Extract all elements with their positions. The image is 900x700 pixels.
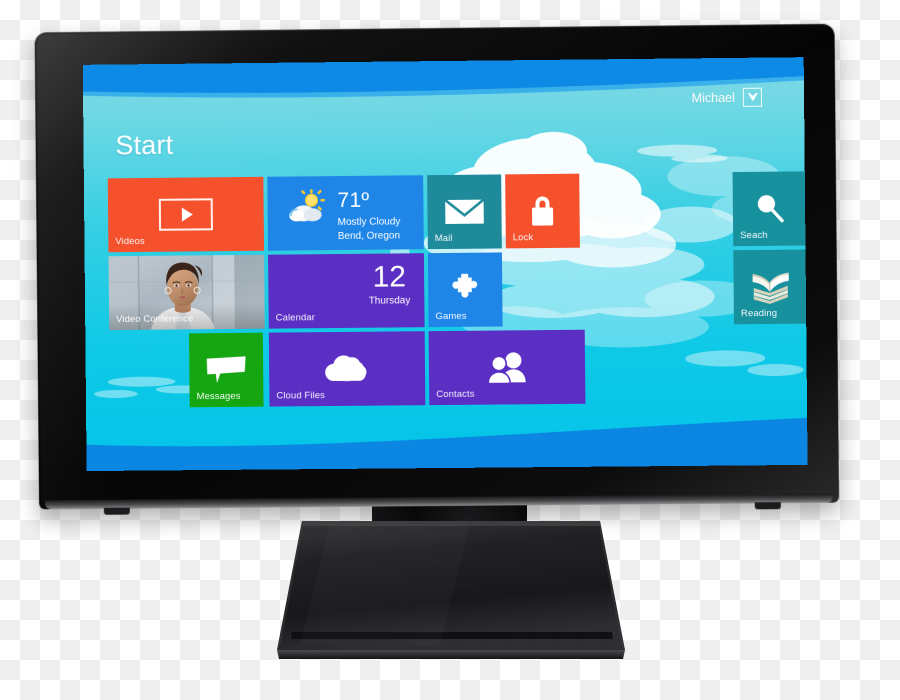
tile-mail[interactable]: Mail bbox=[427, 174, 502, 250]
padlock-icon bbox=[531, 196, 553, 226]
weather-text: 71º Mostly Cloudy Bend, Oregon bbox=[337, 188, 400, 243]
calendar-day-number: 12 bbox=[372, 260, 407, 294]
weather-temperature: 71º bbox=[337, 188, 370, 213]
user-avatar-icon[interactable] bbox=[742, 87, 762, 107]
tile-label-search: Seach bbox=[740, 229, 768, 242]
tile-label-messages: Messages bbox=[196, 390, 241, 403]
tile-cloud-files[interactable]: Cloud Files bbox=[268, 331, 426, 407]
bezel-foot-left bbox=[103, 507, 130, 515]
screen[interactable]: Start Michael Videos 71º Mostly Cloudy B… bbox=[82, 57, 808, 472]
screenshot-stage: Start Michael Videos 71º Mostly Cloudy B… bbox=[0, 0, 900, 700]
wallpaper-bottom-wave bbox=[82, 416, 808, 472]
puzzle-piece-icon bbox=[452, 273, 478, 298]
sun-behind-cloud-icon bbox=[289, 189, 326, 222]
cloud-icon bbox=[325, 355, 367, 382]
start-title: Start bbox=[115, 129, 174, 161]
tile-label-mail: Mail bbox=[434, 232, 453, 245]
tile-games[interactable]: Games bbox=[427, 252, 503, 328]
bezel-foot-right bbox=[754, 502, 781, 510]
tile-label-cloud-files: Cloud Files bbox=[276, 390, 326, 402]
user-account-area[interactable]: Michael bbox=[691, 87, 762, 108]
weather-content: 71º Mostly Cloudy Bend, Oregon bbox=[287, 188, 400, 243]
tile-label-lock: Lock bbox=[512, 232, 534, 244]
tile-label-games: Games bbox=[435, 310, 467, 323]
tile-label-videos: Videos bbox=[115, 235, 145, 248]
weather-condition: Mostly Cloudy bbox=[337, 216, 401, 229]
weather-location: Bend, Oregon bbox=[337, 229, 401, 242]
monitor: Start Michael Videos 71º Mostly Cloudy B… bbox=[34, 23, 840, 515]
tile-lock[interactable]: Lock bbox=[505, 173, 580, 249]
tile-label-video-conference: Video Conference bbox=[116, 313, 194, 326]
envelope-icon bbox=[444, 198, 485, 224]
tile-video-conference[interactable]: Video Conference bbox=[108, 254, 265, 331]
tile-reading[interactable]: Reading bbox=[733, 249, 808, 325]
tile-weather[interactable]: 71º Mostly Cloudy Bend, Oregon bbox=[267, 175, 424, 251]
tile-label-reading: Reading bbox=[740, 307, 778, 320]
tile-contacts[interactable]: Contacts bbox=[428, 329, 586, 406]
play-button-icon bbox=[158, 198, 213, 231]
calendar-date-block: 12 Thursday bbox=[368, 260, 411, 307]
tile-calendar[interactable]: 12 Thursday Calendar bbox=[268, 253, 425, 329]
speech-bubble-icon bbox=[206, 356, 246, 384]
tile-label-calendar: Calendar bbox=[275, 312, 316, 324]
tile-videos[interactable]: Videos bbox=[107, 176, 265, 253]
magnifier-icon bbox=[757, 195, 787, 226]
open-book-icon bbox=[752, 272, 789, 305]
user-name: Michael bbox=[691, 90, 735, 105]
people-icon bbox=[487, 352, 526, 384]
tile-label-contacts: Contacts bbox=[436, 388, 475, 401]
tile-search[interactable]: Seach bbox=[732, 171, 808, 247]
tile-messages[interactable]: Messages bbox=[189, 332, 264, 408]
calendar-day-name: Thursday bbox=[368, 295, 411, 307]
